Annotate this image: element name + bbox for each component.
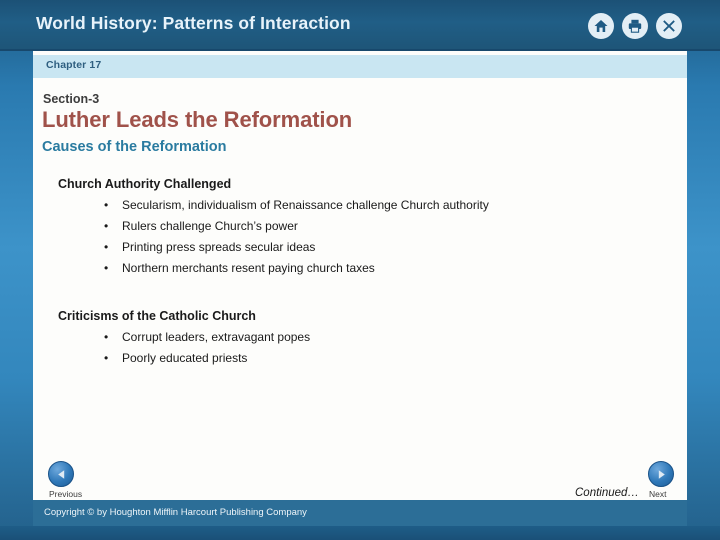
page-title: World History: Patterns of Interaction: [36, 13, 351, 33]
bullet-glyph: •: [104, 261, 109, 275]
arrow-right-icon: [658, 469, 665, 479]
list-item-text: Rulers challenge Church’s power: [122, 219, 298, 233]
content-group: Church Authority Challenged • Secularism…: [58, 177, 678, 279]
list-item-text: Printing press spreads secular ideas: [122, 240, 316, 254]
list-item: • Printing press spreads secular ideas: [58, 237, 678, 258]
next-arrow-circle[interactable]: [648, 461, 674, 487]
next-button[interactable]: Next: [648, 461, 708, 499]
continued-label: Continued…: [575, 487, 639, 499]
next-label: Next: [649, 489, 667, 499]
footer-bar: Copyright © by Houghton Mifflin Harcourt…: [33, 500, 687, 526]
home-icon: [594, 20, 608, 32]
bullet-glyph: •: [104, 219, 109, 233]
bullet-glyph: •: [104, 198, 109, 212]
body-content: Church Authority Challenged • Secularism…: [58, 177, 678, 369]
home-icon-button[interactable]: [588, 13, 614, 39]
close-icon: [663, 20, 675, 32]
list-item-text: Poorly educated priests: [122, 351, 248, 365]
close-icon-button[interactable]: [656, 13, 682, 39]
content-group: Criticisms of the Catholic Church • Corr…: [58, 309, 678, 369]
bottom-strip: [0, 526, 720, 540]
header-icon-group: [588, 13, 682, 39]
list-item: • Secularism, individualism of Renaissan…: [58, 195, 678, 216]
section-number-label: Section-3: [43, 92, 100, 106]
list-item: • Corrupt leaders, extravagant popes: [58, 327, 678, 348]
group-heading: Church Authority Challenged: [58, 177, 232, 191]
section-title: Luther Leads the Reformation: [42, 107, 353, 132]
bullet-glyph: •: [104, 240, 109, 254]
app-header: World History: Patterns of Interaction: [0, 0, 720, 51]
list-item-text: Secularism, individualism of Renaissance…: [122, 198, 489, 212]
previous-label: Previous: [49, 489, 83, 499]
list-item: • Poorly educated priests: [58, 348, 678, 369]
group-heading: Criticisms of the Catholic Church: [58, 309, 256, 323]
section-subtopic: Causes of the Reformation: [42, 139, 227, 155]
chapter-label: Chapter 17: [46, 59, 102, 71]
bullet-list: • Corrupt leaders, extravagant popes • P…: [58, 327, 678, 369]
list-item: • Rulers challenge Church’s power: [58, 216, 678, 237]
bullet-glyph: •: [104, 330, 109, 344]
chapter-band: Chapter 17: [33, 55, 687, 78]
previous-button[interactable]: Previous: [48, 461, 108, 499]
copyright-text: Copyright © by Houghton Mifflin Harcourt…: [44, 507, 307, 518]
list-item: • Northern merchants resent paying churc…: [58, 258, 678, 279]
arrow-left-icon: [57, 469, 64, 479]
bullet-glyph: •: [104, 351, 109, 365]
bullet-list: • Secularism, individualism of Renaissan…: [58, 195, 678, 279]
print-icon: [628, 19, 642, 33]
print-icon-button[interactable]: [622, 13, 648, 39]
content-panel: Chapter 17 Section-3 Luther Leads the Re…: [33, 51, 687, 500]
list-item-text: Northern merchants resent paying church …: [122, 261, 375, 275]
previous-arrow-circle[interactable]: [48, 461, 74, 487]
slide-root: World History: Patterns of Interaction C…: [0, 0, 720, 540]
list-item-text: Corrupt leaders, extravagant popes: [122, 330, 311, 344]
